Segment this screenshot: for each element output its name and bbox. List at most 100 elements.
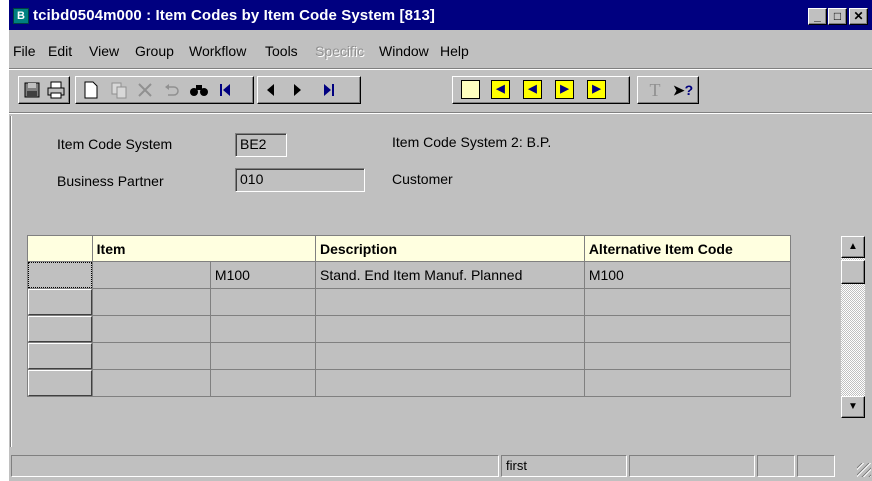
status-pane-extra xyxy=(797,455,835,477)
scroll-thumb[interactable] xyxy=(841,260,865,284)
delete-icon[interactable] xyxy=(134,79,156,101)
status-pane-message xyxy=(11,455,499,477)
copy-icon[interactable] xyxy=(108,79,130,101)
first-group-icon[interactable]: ◀ xyxy=(491,80,510,99)
text-icon[interactable]: T xyxy=(644,79,666,101)
status-bar: first xyxy=(9,455,872,481)
column-header-item[interactable]: Item xyxy=(91,235,317,262)
alternative-item-code-cell[interactable] xyxy=(583,288,792,316)
business-partner-label: Business Partner xyxy=(57,173,164,189)
description-cell[interactable] xyxy=(315,315,585,343)
table-row[interactable] xyxy=(27,342,792,370)
next-group-icon[interactable]: ▶ xyxy=(555,80,574,99)
menu-workflow[interactable]: Workflow xyxy=(189,41,246,61)
menu-window[interactable]: Window xyxy=(379,41,429,61)
row-selector[interactable] xyxy=(27,315,93,343)
scroll-up-button[interactable]: ▲ xyxy=(841,236,865,258)
menu-specific: Specific xyxy=(315,43,365,59)
previous-group-icon[interactable]: ◀ xyxy=(523,80,542,99)
menu-view[interactable]: View xyxy=(89,41,119,61)
record-icon[interactable] xyxy=(461,80,480,99)
item-codes-grid: Item Description Alternative Item Code M… xyxy=(27,235,792,397)
table-row[interactable] xyxy=(27,288,792,316)
row-selector-button[interactable] xyxy=(28,343,92,369)
item-segment-1-cell[interactable] xyxy=(91,369,211,397)
last-group-icon[interactable]: ▶ xyxy=(587,80,606,99)
application-window: B tcibd0504m000 : Item Codes by Item Cod… xyxy=(8,0,872,481)
toolbar-separator xyxy=(9,112,872,114)
alternative-item-code-cell[interactable] xyxy=(583,369,792,397)
item-segment-2-cell[interactable]: M100 xyxy=(209,261,317,289)
item-segment-1-cell[interactable] xyxy=(91,261,211,289)
toolbar-group-edit xyxy=(75,76,254,104)
item-code-system-field[interactable]: BE2 xyxy=(235,133,287,157)
toolbar-group-navigate xyxy=(257,76,361,104)
row-selector-button[interactable] xyxy=(28,370,92,396)
help-question-mark: ? xyxy=(684,82,694,98)
new-icon[interactable] xyxy=(80,79,102,101)
close-button[interactable]: ✕ xyxy=(849,8,868,25)
column-header-alternative-item-code[interactable]: Alternative Item Code xyxy=(583,235,792,262)
item-segment-2-cell[interactable] xyxy=(209,342,317,370)
status-pane-mode xyxy=(757,455,795,477)
status-pane-position: first xyxy=(501,455,627,477)
context-help-icon[interactable]: ➤? xyxy=(672,79,694,101)
save-icon[interactable] xyxy=(21,79,43,101)
item-segment-2-cell[interactable] xyxy=(209,369,317,397)
grid-vertical-scrollbar[interactable]: ▲ ▼ xyxy=(841,236,865,418)
table-row[interactable] xyxy=(27,369,792,397)
menu-tools[interactable]: Tools xyxy=(265,41,298,61)
description-cell[interactable] xyxy=(315,342,585,370)
print-icon[interactable] xyxy=(45,79,67,101)
item-segment-2-cell[interactable] xyxy=(209,288,317,316)
alternative-item-code-cell[interactable]: M100 xyxy=(583,261,792,289)
alternative-item-code-cell[interactable] xyxy=(583,315,792,343)
menu-file[interactable]: File xyxy=(13,41,36,61)
status-pane-info xyxy=(629,455,755,477)
table-row[interactable]: M100 Stand. End Item Manuf. Planned M100 xyxy=(27,261,792,289)
business-partner-field[interactable]: 010 xyxy=(235,168,365,192)
row-selector[interactable] xyxy=(27,261,93,289)
undo-icon[interactable] xyxy=(160,79,182,101)
menu-edit[interactable]: Edit xyxy=(48,41,72,61)
column-header-description[interactable]: Description xyxy=(315,235,585,262)
description-cell[interactable]: Stand. End Item Manuf. Planned xyxy=(315,261,585,289)
description-cell[interactable] xyxy=(315,369,585,397)
toolbar-group-help: T ➤? xyxy=(637,76,699,104)
first-record-icon[interactable] xyxy=(214,79,236,101)
menu-bar: File Edit View Group Workflow Tools Spec… xyxy=(9,41,872,61)
row-selector-button[interactable] xyxy=(28,316,92,342)
item-segment-1-cell[interactable] xyxy=(91,288,211,316)
menu-help[interactable]: Help xyxy=(440,41,469,61)
toolbar-group-file xyxy=(18,76,70,104)
grid-corner-cell xyxy=(27,235,93,262)
previous-record-icon[interactable] xyxy=(260,79,282,101)
window-title: tcibd0504m000 : Item Codes by Item Code … xyxy=(33,7,436,24)
item-code-system-label: Item Code System xyxy=(57,136,173,152)
alternative-item-code-cell[interactable] xyxy=(583,342,792,370)
next-record-icon[interactable] xyxy=(286,79,308,101)
item-segment-2-cell[interactable] xyxy=(209,315,317,343)
row-selector[interactable] xyxy=(27,369,93,397)
business-partner-description: Customer xyxy=(392,171,453,187)
resize-grip[interactable] xyxy=(857,463,871,477)
minimize-button[interactable]: _ xyxy=(808,8,827,25)
row-selector-button[interactable] xyxy=(28,289,92,315)
grid-header-row: Item Description Alternative Item Code xyxy=(27,235,792,262)
scroll-down-button[interactable]: ▼ xyxy=(841,396,865,418)
row-selector[interactable] xyxy=(27,288,93,316)
find-icon[interactable] xyxy=(188,79,210,101)
item-segment-1-cell[interactable] xyxy=(91,315,211,343)
description-cell[interactable] xyxy=(315,288,585,316)
row-selector-button[interactable] xyxy=(28,262,92,288)
title-bar[interactable]: B tcibd0504m000 : Item Codes by Item Cod… xyxy=(9,0,872,30)
item-segment-1-cell[interactable] xyxy=(91,342,211,370)
menu-separator xyxy=(9,68,872,70)
table-row[interactable] xyxy=(27,315,792,343)
maximize-button[interactable]: □ xyxy=(828,8,847,25)
toolbar-group-records: ◀ ◀ ▶ ▶ xyxy=(452,76,630,104)
last-record-icon[interactable] xyxy=(318,79,340,101)
app-icon[interactable]: B xyxy=(13,8,29,24)
row-selector[interactable] xyxy=(27,342,93,370)
menu-group[interactable]: Group xyxy=(135,41,174,61)
